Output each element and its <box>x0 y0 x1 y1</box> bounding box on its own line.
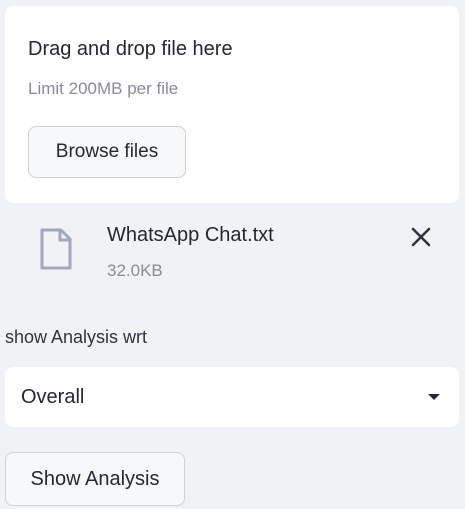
uploaded-file-item: WhatsApp Chat.txt 32.0KB <box>5 212 459 292</box>
file-icon <box>40 228 72 270</box>
close-icon[interactable] <box>407 223 435 251</box>
caret-down-icon[interactable] <box>428 394 440 400</box>
dropzone-limit-text: Limit 200MB per file <box>28 79 179 98</box>
uploaded-file-size: 32.0KB <box>107 261 163 280</box>
file-dropzone[interactable]: Drag and drop file here Limit 200MB per … <box>5 6 459 203</box>
analysis-select-label: show Analysis wrt <box>5 327 148 347</box>
show-analysis-button[interactable]: Show Analysis <box>5 452 185 506</box>
browse-files-button[interactable]: Browse files <box>28 126 186 178</box>
uploaded-file-name: WhatsApp Chat.txt <box>107 224 274 246</box>
analysis-select-value: Overall <box>21 386 85 408</box>
dropzone-title: Drag and drop file here <box>28 38 233 60</box>
analysis-select[interactable]: Overall <box>5 367 459 427</box>
